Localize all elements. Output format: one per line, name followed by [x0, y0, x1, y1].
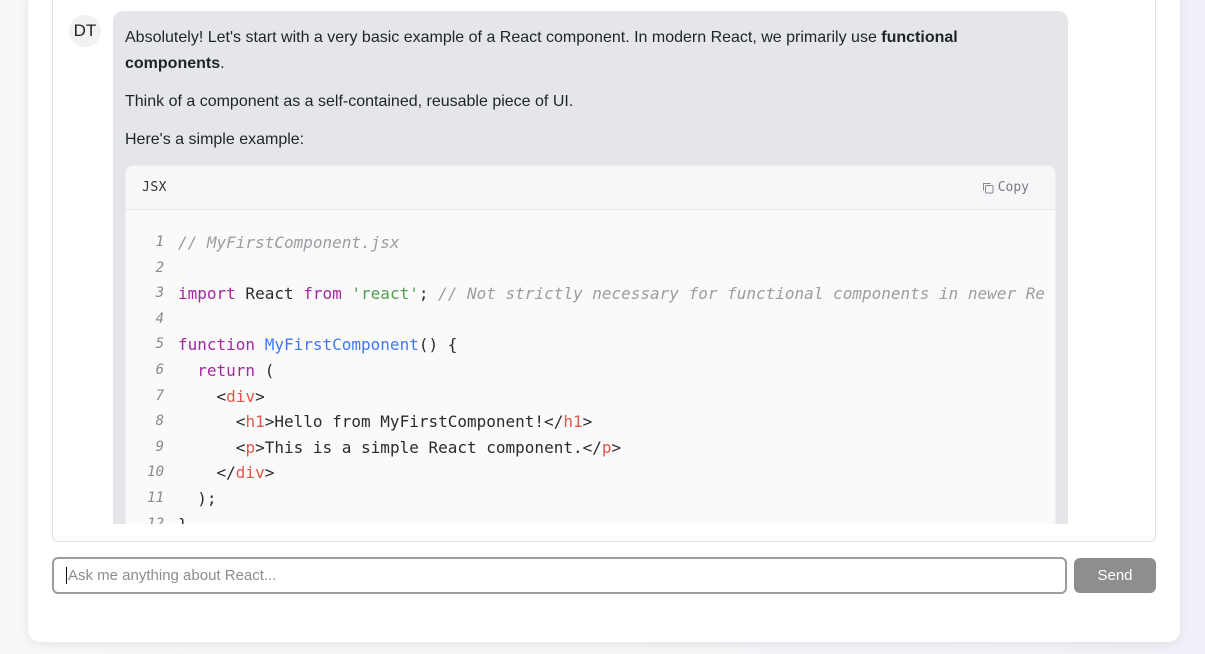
code-token: ( — [255, 360, 275, 380]
code-line: 2 — [126, 256, 1055, 282]
code-token: > — [582, 412, 593, 432]
code-token: >Hello from MyFirstComponent!</ — [264, 412, 564, 432]
code-token: </ — [178, 463, 236, 483]
assistant-message: Absolutely! Let's start with a very basi… — [113, 11, 1068, 524]
code-token: return — [197, 360, 256, 380]
code-token: () { — [418, 335, 458, 355]
code-text: import React from 'react'; // Not strict… — [178, 281, 1045, 307]
message-paragraph-1: Absolutely! Let's start with a very basi… — [125, 25, 1056, 77]
line-number: 11 — [147, 489, 164, 506]
code-block: JSX Copy 1 // MyFirstComponent.jsx 2 3 impor… — [125, 165, 1056, 524]
code-token: div — [235, 463, 265, 483]
code-line: 7 <div> — [126, 384, 1055, 410]
line-number: 5 — [155, 336, 164, 353]
code-token: h1 — [563, 412, 583, 432]
copy-button[interactable]: Copy — [982, 180, 1029, 195]
code-content: 1 // MyFirstComponent.jsx 2 3 import React f… — [126, 210, 1055, 524]
code-line: 10 </div> — [126, 460, 1055, 486]
assistant-avatar: DT — [69, 15, 101, 47]
code-text: <p>This is a simple React component.</p> — [178, 435, 621, 461]
line-number: 8 — [155, 413, 164, 430]
line-number: 3 — [155, 285, 164, 302]
code-token: ); — [178, 488, 217, 508]
code-token: p — [245, 437, 256, 457]
code-token: < — [178, 386, 227, 406]
code-token: > — [611, 437, 622, 457]
code-token: } — [178, 515, 188, 524]
code-token: > — [264, 463, 275, 483]
copy-label: Copy — [997, 180, 1029, 195]
code-text: // MyFirstComponent.jsx — [178, 230, 400, 256]
copy-icon — [982, 182, 994, 193]
code-line: 4 — [126, 307, 1055, 333]
code-text: function MyFirstComponent() { — [178, 332, 457, 358]
code-token: 'react' — [351, 284, 419, 304]
code-token: p — [601, 437, 612, 457]
code-line: 9 <p>This is a simple React component.</… — [126, 435, 1055, 461]
para1-text: Absolutely! Let's start with a very basi… — [125, 29, 882, 46]
code-line: 5 function MyFirstComponent() { — [126, 332, 1055, 358]
line-number: 10 — [147, 464, 164, 481]
code-text: <h1>Hello from MyFirstComponent!</h1> — [178, 409, 592, 435]
code-token: // MyFirstComponent.jsx — [178, 233, 400, 252]
code-token: < — [178, 412, 246, 432]
message-paragraph-3: Here's a simple example: — [125, 131, 305, 148]
code-token: MyFirstComponent — [264, 335, 419, 355]
para1-end: . — [220, 55, 225, 72]
chat-input-container — [52, 557, 1067, 594]
code-token: // Not strictly necessary for functional… — [438, 284, 1045, 304]
code-line: 3 import React from 'react'; // Not stric… — [126, 281, 1055, 307]
line-number: 1 — [155, 234, 164, 250]
code-token: < — [178, 437, 246, 457]
line-number: 4 — [155, 310, 164, 327]
send-button[interactable]: Send — [1074, 558, 1156, 593]
code-token: >This is a simple React component.</ — [255, 437, 602, 457]
code-text: return ( — [178, 358, 274, 384]
message-paragraph-2: Think of a component as a self-contained… — [125, 93, 574, 110]
code-text: <div> — [178, 384, 265, 410]
code-language-label: JSX — [142, 180, 167, 195]
code-token: React — [235, 284, 304, 304]
line-number: 6 — [155, 361, 164, 378]
line-number: 9 — [155, 438, 164, 455]
code-line: 12} — [126, 512, 1055, 524]
code-text: </div> — [178, 460, 275, 486]
code-text: ); — [178, 486, 217, 512]
code-block-header: JSX Copy — [126, 166, 1055, 210]
line-number: 2 — [155, 259, 164, 276]
code-token: ; — [418, 284, 439, 304]
line-number: 12 — [147, 515, 164, 524]
code-token: from — [303, 284, 342, 304]
code-line: 8 <h1>Hello from MyFirstComponent!</h1> — [126, 409, 1055, 435]
text-caret — [66, 567, 67, 584]
chat-input[interactable] — [68, 567, 1048, 584]
code-line: 1 // MyFirstComponent.jsx — [126, 230, 1055, 256]
line-number: 7 — [155, 387, 164, 404]
code-token: h1 — [245, 412, 265, 432]
code-text: } — [178, 512, 188, 524]
code-token: div — [226, 386, 256, 406]
message-bubble: Absolutely! Let's start with a very basi… — [113, 11, 1068, 524]
code-line: 11 ); — [126, 486, 1055, 512]
code-token: > — [255, 386, 265, 406]
code-line: 6 return ( — [126, 358, 1055, 384]
avatar-initials: DT — [73, 21, 97, 40]
code-token: import — [178, 284, 236, 304]
code-token: function — [178, 335, 256, 355]
